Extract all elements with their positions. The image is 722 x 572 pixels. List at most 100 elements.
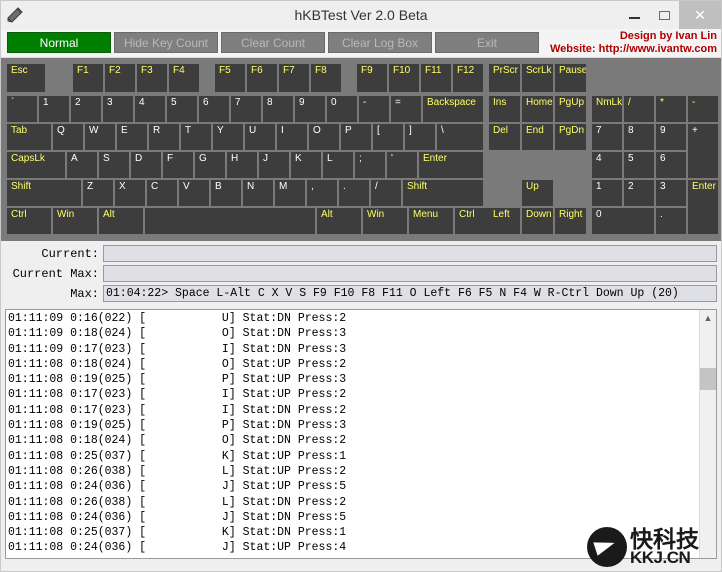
keyboard-key[interactable]: Q — [53, 124, 83, 150]
keyboard-key[interactable]: Up — [522, 180, 553, 206]
keyboard-key[interactable]: 5 — [624, 152, 654, 178]
clear-log-box-button[interactable]: Clear Log Box — [328, 32, 432, 53]
keyboard-key[interactable]: Shift — [403, 180, 483, 206]
keyboard-key[interactable]: I — [277, 124, 307, 150]
log-scrollbar[interactable]: ▲ — [699, 310, 716, 558]
keyboard-key[interactable]: E — [117, 124, 147, 150]
keyboard-key[interactable]: , — [307, 180, 337, 206]
keyboard-key[interactable]: End — [522, 124, 553, 150]
keyboard-key[interactable]: 7 — [592, 124, 622, 150]
keyboard-key[interactable]: 1 — [592, 180, 622, 206]
keyboard-key[interactable]: F1 — [73, 64, 103, 92]
keyboard-key[interactable]: M — [275, 180, 305, 206]
keyboard-key[interactable]: Ctrl — [7, 208, 51, 234]
keyboard-key[interactable]: Del — [489, 124, 520, 150]
hide-key-count-button[interactable]: Hide Key Count — [114, 32, 218, 53]
keyboard-key[interactable]: 6 — [656, 152, 686, 178]
keyboard-key[interactable]: ` — [7, 96, 37, 122]
keyboard-key[interactable]: NmLk — [592, 96, 622, 122]
keyboard-key[interactable]: 5 — [167, 96, 197, 122]
keyboard-key[interactable]: F12 — [453, 64, 483, 92]
keyboard-key[interactable]: + — [688, 124, 718, 178]
keyboard-key[interactable]: F7 — [279, 64, 309, 92]
keyboard-key[interactable]: [ — [373, 124, 403, 150]
keyboard-key[interactable]: 8 — [624, 124, 654, 150]
keyboard-key[interactable]: F6 — [247, 64, 277, 92]
keyboard-key[interactable]: Alt — [317, 208, 361, 234]
keyboard-key[interactable]: F8 — [311, 64, 341, 92]
keyboard-key[interactable]: Pause — [555, 64, 586, 92]
keyboard-key[interactable]: Home — [522, 96, 553, 122]
keyboard-key[interactable]: 0 — [327, 96, 357, 122]
keyboard-key[interactable]: 8 — [263, 96, 293, 122]
keyboard-key[interactable]: L — [323, 152, 353, 178]
keyboard-key[interactable]: J — [259, 152, 289, 178]
keyboard-key[interactable]: T — [181, 124, 211, 150]
keyboard-key[interactable]: ; — [355, 152, 385, 178]
keyboard-key[interactable]: F9 — [357, 64, 387, 92]
keyboard-key[interactable]: Win — [363, 208, 407, 234]
keyboard-key[interactable]: Ins — [489, 96, 520, 122]
clear-count-button[interactable]: Clear Count — [221, 32, 325, 53]
keyboard-key[interactable]: / — [371, 180, 401, 206]
keyboard-key[interactable]: N — [243, 180, 273, 206]
keyboard-key[interactable]: Win — [53, 208, 97, 234]
keyboard-key[interactable]: Tab — [7, 124, 51, 150]
keyboard-key[interactable]: C — [147, 180, 177, 206]
keyboard-key[interactable] — [145, 208, 315, 234]
keyboard-key[interactable]: CapsLk — [7, 152, 65, 178]
keyboard-key[interactable]: PrScr — [489, 64, 520, 92]
keyboard-key[interactable]: F2 — [105, 64, 135, 92]
keyboard-key[interactable]: V — [179, 180, 209, 206]
keyboard-key[interactable]: * — [656, 96, 686, 122]
keyboard-key[interactable]: O — [309, 124, 339, 150]
keyboard-key[interactable]: 0 — [592, 208, 654, 234]
keyboard-key[interactable]: Z — [83, 180, 113, 206]
keyboard-key[interactable]: Alt — [99, 208, 143, 234]
keyboard-key[interactable]: H — [227, 152, 257, 178]
keyboard-key[interactable]: PgDn — [555, 124, 586, 150]
keyboard-key[interactable]: U — [245, 124, 275, 150]
keyboard-key[interactable]: G — [195, 152, 225, 178]
close-button[interactable]: ✕ — [679, 1, 721, 29]
keyboard-key[interactable]: Left — [489, 208, 520, 234]
keyboard-key[interactable]: . — [656, 208, 686, 234]
keyboard-key[interactable]: - — [359, 96, 389, 122]
keyboard-key[interactable]: Shift — [7, 180, 81, 206]
keyboard-key[interactable]: W — [85, 124, 115, 150]
keyboard-key[interactable]: \ — [437, 124, 483, 150]
keyboard-key[interactable]: 3 — [103, 96, 133, 122]
keyboard-key[interactable]: ' — [387, 152, 417, 178]
keyboard-key[interactable]: A — [67, 152, 97, 178]
maximize-button[interactable] — [649, 1, 679, 29]
keyboard-key[interactable]: R — [149, 124, 179, 150]
keyboard-key[interactable]: Menu — [409, 208, 453, 234]
keyboard-key[interactable]: 4 — [592, 152, 622, 178]
keyboard-key[interactable]: 3 — [656, 180, 686, 206]
keyboard-key[interactable]: 4 — [135, 96, 165, 122]
keyboard-key[interactable]: X — [115, 180, 145, 206]
keyboard-key[interactable]: - — [688, 96, 718, 122]
keyboard-key[interactable]: Enter — [419, 152, 483, 178]
status-field-value[interactable] — [103, 265, 717, 282]
keyboard-key[interactable]: 1 — [39, 96, 69, 122]
keyboard-key[interactable]: Backspace — [423, 96, 483, 122]
keyboard-key[interactable]: Down — [522, 208, 553, 234]
keyboard-key[interactable]: B — [211, 180, 241, 206]
keyboard-key[interactable]: K — [291, 152, 321, 178]
keyboard-key[interactable]: ] — [405, 124, 435, 150]
keyboard-key[interactable]: Enter — [688, 180, 718, 234]
keyboard-key[interactable]: 9 — [295, 96, 325, 122]
exit-button[interactable]: Exit — [435, 32, 539, 53]
keyboard-key[interactable]: ScrLk — [522, 64, 553, 92]
keyboard-key[interactable]: PgUp — [555, 96, 586, 122]
keyboard-key[interactable]: F5 — [215, 64, 245, 92]
keyboard-key[interactable]: F — [163, 152, 193, 178]
keyboard-key[interactable]: Esc — [7, 64, 45, 92]
keyboard-key[interactable]: F10 — [389, 64, 419, 92]
keyboard-key[interactable]: F3 — [137, 64, 167, 92]
scrollbar-thumb[interactable] — [700, 368, 716, 390]
keyboard-key[interactable]: Y — [213, 124, 243, 150]
keyboard-key[interactable]: F4 — [169, 64, 199, 92]
chevron-up-icon[interactable]: ▲ — [700, 310, 716, 325]
